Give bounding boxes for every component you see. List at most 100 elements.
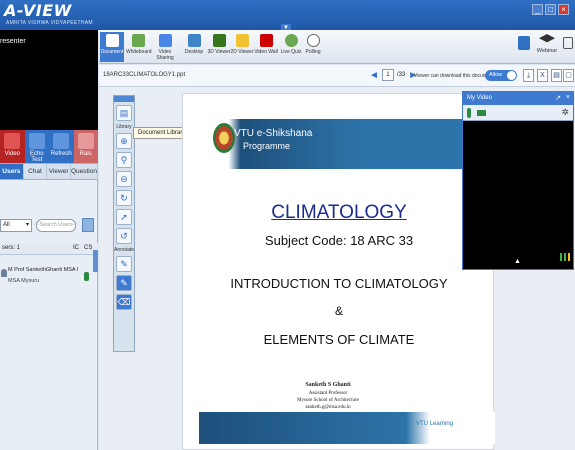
tab-question[interactable]: Question <box>71 164 98 179</box>
highlighter-icon[interactable]: ✎ <box>116 275 132 291</box>
tool-video-sharing[interactable]: Video Sharing <box>153 32 177 61</box>
slide-author-role: Assistant Professor <box>308 391 348 396</box>
slide-subject-code: Subject Code: 18 ARC 33 <box>264 233 414 248</box>
user-filter-select[interactable]: All ▾ <box>0 219 32 232</box>
university-emblem <box>213 123 235 153</box>
document-view-icon[interactable]: ▤ <box>551 69 562 82</box>
close-button[interactable]: × <box>558 4 569 15</box>
col-cs: CS <box>84 245 93 251</box>
tool-desktop[interactable]: Desktop <box>182 32 206 55</box>
refresh-button[interactable]: Refresh <box>49 130 74 163</box>
pen-icon[interactable]: ✎ <box>116 256 132 272</box>
tool-polling[interactable]: Polling <box>301 32 325 55</box>
slide-elements-line: ELEMENTS OF CLIMATE <box>263 332 415 347</box>
echo-test-button[interactable]: Echo Test <box>24 130 49 163</box>
my-video-window[interactable]: My Video ↗ × ✲ ▲ <box>462 91 574 270</box>
tool-live-quiz[interactable]: Live Quiz <box>279 32 303 55</box>
camera-icon[interactable] <box>518 36 530 50</box>
desktop-icon <box>187 34 201 47</box>
slide-email: sanketh.g@msa.edu.in <box>305 405 351 410</box>
close-icon[interactable]: × <box>566 94 570 101</box>
document-icon <box>105 34 119 47</box>
tab-chat[interactable]: Chat <box>24 164 48 179</box>
library-icon[interactable]: ▤ <box>116 105 132 121</box>
user-list-item[interactable]: M Prof SankethGhanti MSA I MSA Mysuru <box>0 264 98 290</box>
slide-footer-band <box>199 412 495 444</box>
video-sharing-icon <box>158 34 172 47</box>
video-button[interactable]: Video <box>0 130 25 163</box>
download-icon[interactable]: ⤓ <box>523 69 534 82</box>
action-row: Video Echo Test Refresh Rais <box>0 130 98 164</box>
maximize-button[interactable]: □ <box>545 4 556 15</box>
slide-title: CLIMATOLOGY <box>271 202 407 223</box>
search-icon[interactable]: ⚲ <box>116 152 132 168</box>
prev-page-icon[interactable]: ◄ <box>369 70 379 81</box>
my-video-header[interactable]: My Video ↗ × <box>463 92 573 105</box>
my-video-controls: ✲ <box>463 105 573 121</box>
slide-school: Mysore School of Architecture <box>297 398 359 403</box>
page-number-input[interactable]: 1 <box>381 69 394 81</box>
main-toolbar: Document Whiteboard Video Sharing Deskto… <box>99 30 575 64</box>
search-users-input[interactable]: -Search Users- <box>36 219 76 232</box>
zoom-out-icon[interactable]: ⊖ <box>116 171 132 187</box>
video-label: Video <box>4 151 20 157</box>
whiteboard-icon <box>131 34 145 47</box>
slide-brand-line2: Programme <box>243 141 291 151</box>
page-navigator: ◄ 1 /33 ► <box>369 69 418 81</box>
expand-icon[interactable]: ↗ <box>555 94 561 102</box>
tool-3d-viewer[interactable]: 3D Viewer <box>207 32 231 55</box>
annotation-palette: ▤ Library ⊕ ⚲ ⊖ ↻ ➚ ↺ Annotate ✎ ✎ ⌫ <box>113 95 135 352</box>
left-tabs: Users Chat Viewer Question <box>0 164 98 180</box>
palette-handle[interactable] <box>114 96 134 102</box>
webinar-label: Webinar <box>536 48 558 54</box>
microphone-icon[interactable] <box>467 108 471 118</box>
tool-document-label: Document <box>100 49 124 55</box>
tool-video-wall[interactable]: Video Wall <box>254 32 278 55</box>
video-icon <box>4 133 21 149</box>
library-label: Library <box>116 124 132 130</box>
window-controls: _ □ × <box>532 4 569 15</box>
tool-video-sharing-label: Video Sharing <box>156 49 174 61</box>
excel-icon[interactable]: X <box>537 69 548 82</box>
user-options-icon[interactable] <box>82 218 94 232</box>
tool-video-wall-label: Video Wall <box>254 49 278 55</box>
webinar-button[interactable]: Webinar <box>533 32 561 54</box>
presenter-label: resenter <box>0 38 26 45</box>
tool-2d-viewer[interactable]: 2D Viewer <box>230 32 254 55</box>
filter-value: All <box>3 222 10 228</box>
microphone-icon[interactable] <box>84 272 89 281</box>
pointer-icon[interactable]: ➚ <box>116 209 132 225</box>
slide-ampersand: & <box>334 304 343 318</box>
user-name: M Prof SankethGhanti MSA I <box>8 267 79 273</box>
presenter-video: resenter <box>0 30 98 130</box>
zoom-in-icon[interactable]: ⊕ <box>116 133 132 149</box>
tool-desktop-label: Desktop <box>184 49 204 55</box>
graduation-cap-icon <box>539 34 555 43</box>
allow-download-toggle[interactable]: Allow <box>485 70 517 81</box>
fullscreen-icon[interactable]: ▢ <box>563 69 574 82</box>
refresh-icon <box>53 133 70 149</box>
tool-whiteboard[interactable]: Whiteboard <box>126 32 152 55</box>
camera-icon[interactable] <box>477 110 486 116</box>
app-subtitle: AMRITA VISHWA VIDYAPEETHAM <box>6 20 93 26</box>
3d-viewer-icon <box>212 34 226 47</box>
raise-hand-button[interactable]: Rais <box>73 130 98 163</box>
total-pages: /33 <box>396 72 406 78</box>
tool-document[interactable]: Document <box>100 32 124 62</box>
echo-test-icon <box>28 133 45 149</box>
col-ic: IC <box>73 245 79 251</box>
rotate-icon[interactable]: ↻ <box>116 190 132 206</box>
settings-icon[interactable]: ✲ <box>561 107 569 118</box>
user-location: MSA Mysuru <box>8 278 40 284</box>
toolbar-more-icon[interactable] <box>563 37 573 49</box>
annotate-label: Annotate <box>114 247 135 253</box>
tab-viewer[interactable]: Viewer <box>47 164 71 179</box>
minimize-button[interactable]: _ <box>532 4 543 15</box>
raise-hand-icon <box>77 133 94 149</box>
chevron-up-icon[interactable]: ▲ <box>514 258 521 265</box>
tab-users[interactable]: Users <box>0 164 24 179</box>
tool-polling-label: Polling <box>305 49 321 55</box>
tool-whiteboard-label: Whiteboard <box>126 49 152 55</box>
reset-icon[interactable]: ↺ <box>116 228 132 244</box>
eraser-icon[interactable]: ⌫ <box>116 294 132 310</box>
